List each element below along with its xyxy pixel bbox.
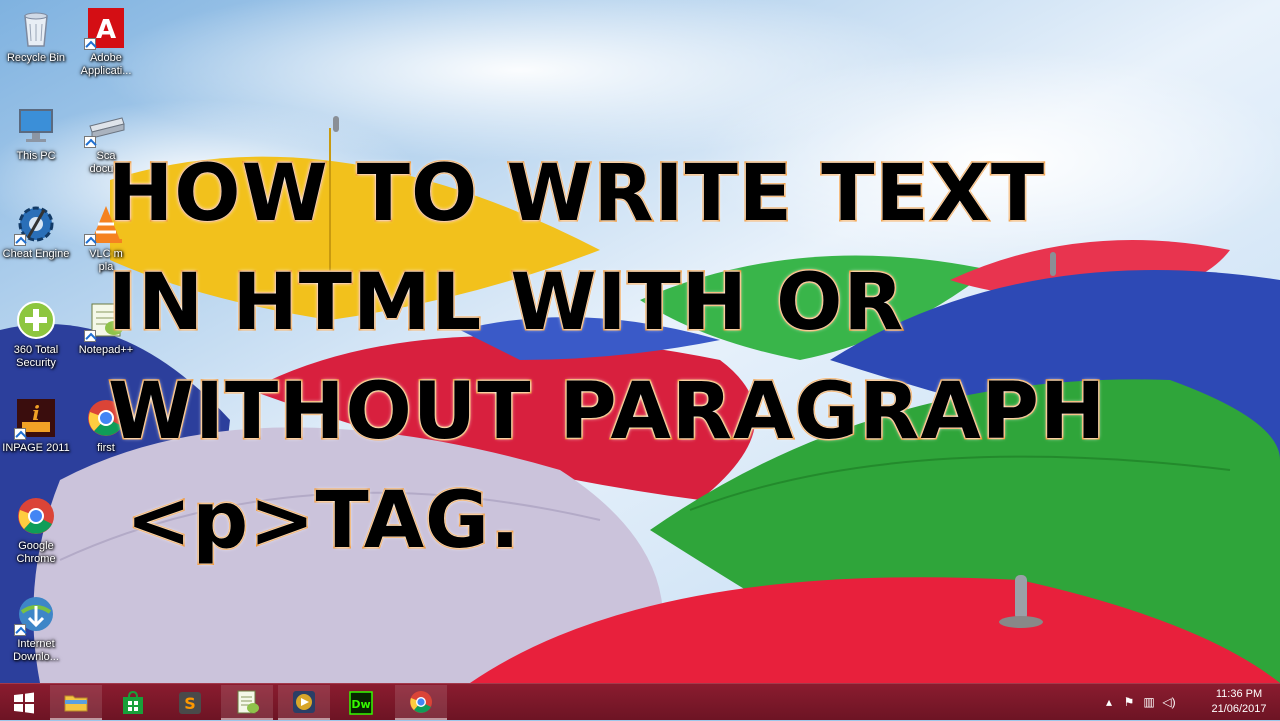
overlay-title-line: IN HTML WITH OR: [107, 257, 906, 350]
taskbar-notepadpp-button[interactable]: [221, 685, 273, 720]
taskbar-sublime-button[interactable]: S: [164, 685, 216, 720]
media-player-icon: [293, 690, 315, 713]
chrome-icon: [18, 498, 54, 534]
desktop-icon-google-chrome[interactable]: Google Chrome: [0, 494, 72, 566]
this-pc-icon: [19, 109, 53, 142]
desktop-icon-inpage[interactable]: i INPAGE 2011: [0, 396, 72, 455]
desktop-icon-label: Google Chrome: [16, 540, 56, 565]
taskbar: S Dw ▴ ⚑ ▥ ◁) 11:36 PM 21/06/2017: [0, 683, 1280, 720]
svg-text:S: S: [184, 694, 196, 713]
dreamweaver-icon-text: Dw: [351, 698, 370, 711]
clock-date: 21/06/2017: [1211, 703, 1267, 715]
shortcut-arrow-icon: [14, 624, 26, 636]
desktop-icon-cheat-engine[interactable]: Cheat Engine: [0, 202, 72, 261]
taskbar-store-button[interactable]: [107, 685, 159, 720]
svg-text:i: i: [32, 401, 40, 425]
overlay-title-line: HOW TO WRITE TEXT: [107, 148, 1046, 241]
desktop-icon-label: INPAGE 2011: [2, 442, 70, 454]
desktop-icon-label: Internet Downlo...: [13, 638, 59, 663]
dreamweaver-icon: Dw: [349, 690, 373, 715]
recycle-bin-icon: [24, 12, 48, 47]
sublime-icon: S: [179, 691, 201, 714]
taskbar-media-player-button[interactable]: [278, 685, 330, 720]
clock[interactable]: 11:36 PM 21/06/2017: [1208, 687, 1270, 717]
taskbar-chrome-button[interactable]: [395, 685, 447, 720]
desktop-icon-label: 360 Total Security: [13, 344, 59, 369]
svg-text:A: A: [96, 15, 116, 45]
shortcut-arrow-icon: [84, 38, 96, 50]
folder-icon: [64, 695, 88, 711]
desktop-icon-adobe[interactable]: A Adobe Applicati...: [70, 6, 142, 78]
shortcut-arrow-icon: [84, 234, 96, 246]
desktop: Recycle Bin A Adobe Applicati... This PC…: [0, 0, 1280, 683]
network-icon[interactable]: ▥: [1142, 695, 1156, 709]
security-360-icon: [17, 301, 55, 339]
desktop-icon-label: This PC: [16, 150, 56, 162]
overlay-title-line: <p>TAG.: [125, 475, 522, 568]
taskbar-dreamweaver-button[interactable]: Dw: [335, 685, 387, 720]
system-tray: ▴ ⚑ ▥ ◁) 11:36 PM 21/06/2017: [1100, 684, 1280, 721]
overlay-title: HOW TO WRITE TEXT IN HTML WITH OR WITHOU…: [107, 140, 1128, 576]
clock-time: 11:36 PM: [1215, 688, 1263, 700]
taskbar-file-explorer-button[interactable]: [50, 685, 102, 720]
windows-icon: [14, 692, 34, 713]
desktop-icon-label: Adobe Applicati...: [80, 52, 132, 77]
overlay-title-line: WITHOUT PARAGRAPH: [107, 366, 1107, 459]
store-icon: [123, 690, 143, 714]
action-center-flag-icon[interactable]: ⚑: [1122, 695, 1136, 709]
notepadpp-icon: [237, 690, 259, 713]
shortcut-arrow-icon: [14, 234, 26, 246]
desktop-icon-label: Recycle Bin: [6, 52, 66, 64]
desktop-icon-recycle-bin[interactable]: Recycle Bin: [0, 6, 72, 65]
shortcut-arrow-icon: [84, 330, 96, 342]
desktop-icon-this-pc[interactable]: This PC: [0, 104, 72, 163]
desktop-icon-label: Cheat Engine: [2, 248, 70, 260]
chrome-icon: [410, 690, 432, 713]
shortcut-arrow-icon: [14, 428, 26, 440]
start-button[interactable]: [0, 685, 48, 720]
desktop-icon-360-total-security[interactable]: 360 Total Security: [0, 298, 72, 370]
show-hidden-icons-icon[interactable]: ▴: [1102, 695, 1116, 709]
shortcut-arrow-icon: [84, 136, 96, 148]
volume-icon[interactable]: ◁): [1162, 695, 1176, 709]
desktop-icon-internet-download-manager[interactable]: Internet Downlo...: [0, 592, 72, 664]
